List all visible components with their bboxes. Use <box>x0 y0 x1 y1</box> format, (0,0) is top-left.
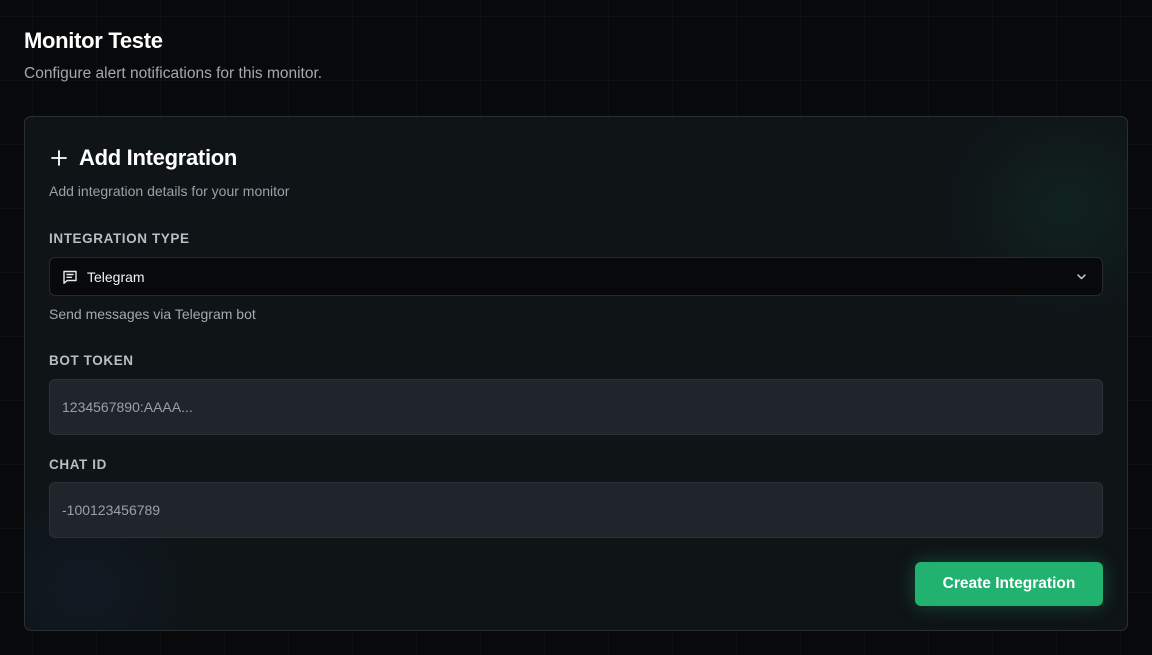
page-header: Monitor Teste Configure alert notificati… <box>24 28 322 84</box>
integration-type-label: INTEGRATION TYPE <box>49 231 190 246</box>
page-title: Monitor Teste <box>24 28 163 53</box>
message-square-icon <box>62 269 78 285</box>
chat-id-label: CHAT ID <box>49 457 107 472</box>
page-subtitle: Configure alert notifications for this m… <box>24 65 323 82</box>
card-title: Add Integration <box>79 145 238 170</box>
integration-type-value: Telegram <box>87 268 145 285</box>
integration-type-select[interactable]: Telegram <box>49 257 1103 296</box>
add-integration-card: Add Integration Add integration details … <box>24 116 1128 631</box>
card-description: Add integration details for your monitor <box>49 183 290 199</box>
bot-token-label: BOT TOKEN <box>49 353 134 368</box>
plus-icon <box>49 148 69 168</box>
integration-type-help: Send messages via Telegram bot <box>49 306 256 322</box>
create-integration-button[interactable]: Create Integration <box>915 562 1103 606</box>
chevron-down-icon <box>1075 270 1088 283</box>
chat-id-input[interactable] <box>49 482 1103 538</box>
card-title-row: Add Integration <box>49 145 237 171</box>
bot-token-input[interactable] <box>49 379 1103 435</box>
